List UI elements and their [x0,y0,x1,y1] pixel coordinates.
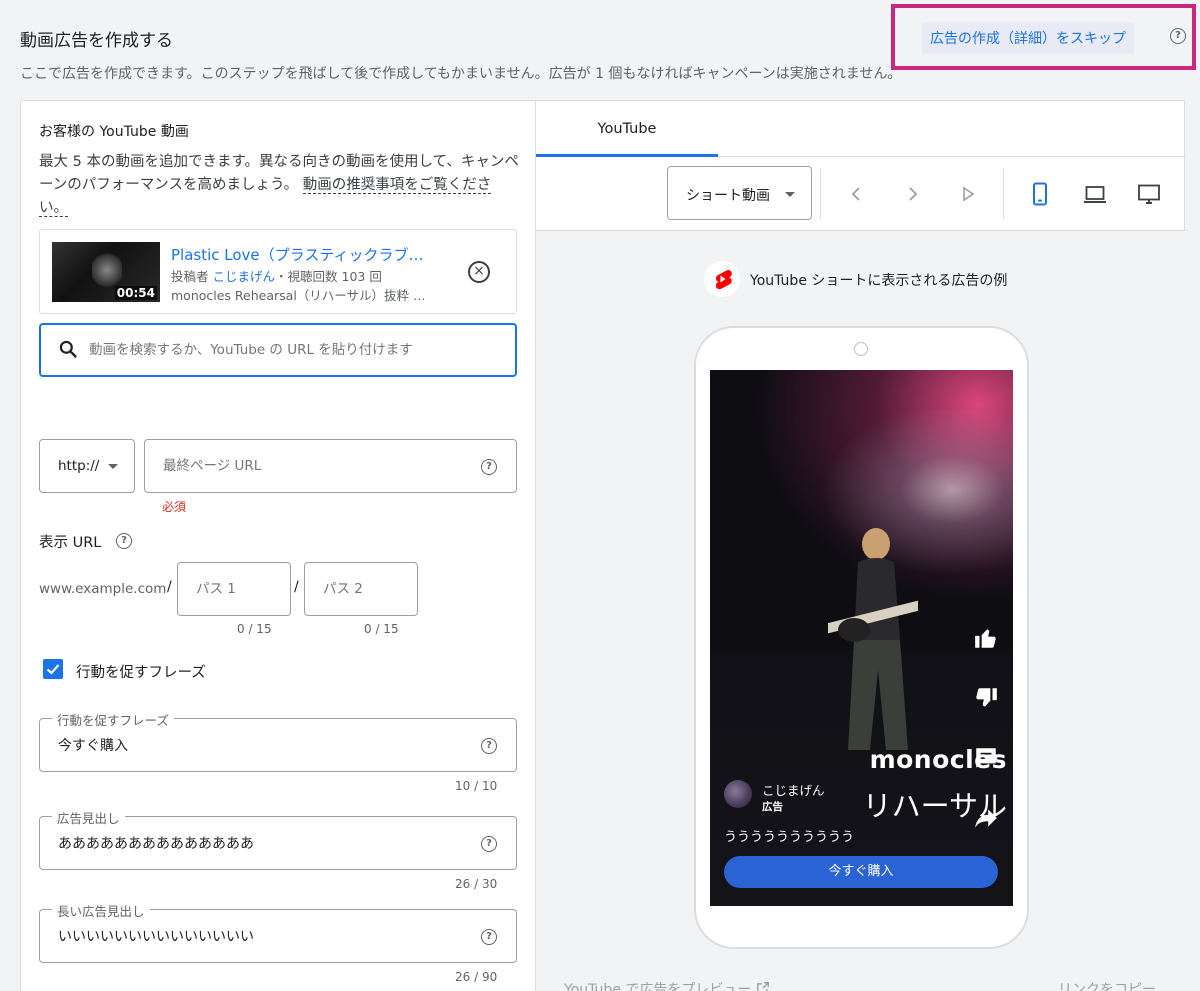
path2-field[interactable] [304,562,418,616]
video-meta: 投稿者 こじまげん・視聴回数 103 回 [171,266,382,285]
channel-name: こじまげん [762,783,825,798]
preview-panel: YouTube ショート動画 YouTube ショートに表示される広告の例 mo… [536,101,1186,991]
video-meta-prefix: 投稿者 [171,269,209,284]
video-search-box[interactable] [39,323,517,377]
path1-field[interactable] [177,562,291,616]
performer-image [828,528,918,750]
path2-input[interactable] [323,563,413,615]
format-value: ショート動画 [686,188,770,204]
checkmark-icon [46,664,60,675]
ad-form-panel: お客様の YouTube 動画 最大 5 本の動画を追加できます。異なる向きの動… [21,101,536,991]
toolbar-divider [1003,169,1004,219]
headline-counter: 26 / 30 [455,877,498,891]
preview-label-text: YouTube ショートに表示される広告の例 [750,273,1008,289]
cta-field[interactable]: 行動を促すフレーズ ? [39,710,517,772]
desktop-icon[interactable] [1137,182,1161,206]
chevron-right-icon[interactable] [900,182,924,206]
video-overlay-text-2: リハーサル [862,789,1007,823]
video-description: monocles Rehearsal（リハーサル）抜粋 … [171,288,426,303]
final-url-field[interactable]: ? [144,439,517,493]
display-domain: www.example.com [39,581,167,597]
help-icon[interactable]: ? [116,533,132,549]
selected-video-item: 00:54 Plastic Love（プラスティックラブ… 投稿者 こじまげん・… [39,229,517,314]
path-separator: / [167,579,172,595]
page-title: 動画広告を作成する [20,31,173,51]
final-url-input[interactable] [163,440,463,492]
format-select[interactable]: ショート動画 [667,166,812,220]
thumbs-down-icon[interactable] [973,685,999,711]
video-duration: 00:54 [114,286,157,300]
video-overlay-text-1: monocles [869,745,1007,774]
cta-checkbox-label: 行動を促すフレーズ [76,665,206,681]
long-headline-field[interactable]: 長い広告見出し ? [39,901,517,963]
video-section-description: 最大 5 本の動画を追加できます。異なる向きの動画を使用して、キャンペーンのパフ… [39,151,519,220]
skip-highlight-box: 広告の作成（詳細）をスキップ ? [891,4,1196,70]
laptop-icon[interactable] [1083,182,1107,206]
ad-description: うううううううううう [724,830,855,845]
youtube-shorts-logo-icon [704,261,740,297]
ad-creation-card: お客様の YouTube 動画 最大 5 本の動画を追加できます。異なる向きの動… [20,100,1186,991]
protocol-select[interactable]: http:// [39,439,135,493]
cta-input[interactable] [58,719,458,771]
video-search-input[interactable] [89,325,509,375]
help-icon[interactable]: ? [481,929,497,945]
preview-on-youtube-text: YouTube で広告をプレビュー [564,982,752,991]
phone-mockup: monocles リハーサル こじまげん 広告 うううううううううう 今すぐ購入 [694,326,1029,949]
preview-on-youtube-link[interactable]: YouTube で広告をプレビュー [564,979,770,991]
video-views: ・視聴回数 103 回 [275,269,382,284]
cta-counter: 10 / 10 [455,779,498,793]
long-headline-input[interactable] [58,910,458,962]
path2-counter: 0 / 15 [364,622,399,636]
video-thumbnail[interactable]: 00:54 [52,242,160,302]
search-icon [59,340,77,358]
display-url-label: 表示 URL [39,531,101,552]
play-icon[interactable] [956,182,980,206]
skip-ad-creation-link[interactable]: 広告の作成（詳細）をスキップ [922,22,1134,54]
dropdown-arrow-icon [108,464,118,469]
phone-camera [854,342,868,356]
open-in-new-icon [756,982,769,991]
preview-toolbar: ショート動画 [536,157,1186,231]
video-section-title: お客様の YouTube 動画 [39,124,189,140]
headline-field[interactable]: 広告見出し ? [39,808,517,870]
help-icon[interactable]: ? [481,459,497,475]
protocol-value: http:// [58,458,100,474]
long-headline-counter: 26 / 90 [455,970,498,984]
preview-area: YouTube ショートに表示される広告の例 monocles リハーサル こじ… [536,231,1186,991]
video-title[interactable]: Plastic Love（プラスティックラブ… [171,244,451,265]
cta-button[interactable]: 今すぐ購入 [724,856,998,888]
tab-youtube[interactable]: YouTube [536,101,718,157]
path-separator: / [294,579,299,595]
dropdown-arrow-icon [785,192,795,197]
chevron-left-icon[interactable] [845,182,869,206]
display-url-label-text: 表示 URL [39,535,102,551]
help-icon[interactable]: ? [1170,28,1186,44]
headline-input[interactable] [58,817,458,869]
ad-preview-screen: monocles リハーサル こじまげん 広告 うううううううううう 今すぐ購入 [710,370,1013,906]
required-error: 必須 [162,500,187,514]
remove-video-icon[interactable]: × [468,261,490,283]
mobile-device-icon[interactable] [1028,182,1052,206]
path1-counter: 0 / 15 [237,622,272,636]
video-channel-link[interactable]: こじまげん [213,269,276,284]
path1-input[interactable] [196,563,286,615]
channel-avatar [724,780,752,808]
ad-badge: 広告 [762,801,783,813]
help-icon[interactable]: ? [481,836,497,852]
copy-link-button[interactable]: リンクをコピー [1058,979,1156,991]
preview-tabbar: YouTube [536,101,1186,157]
cta-checkbox[interactable] [43,659,63,679]
toolbar-divider [820,169,821,219]
thumbs-up-icon[interactable] [973,625,999,651]
help-icon[interactable]: ? [481,738,497,754]
